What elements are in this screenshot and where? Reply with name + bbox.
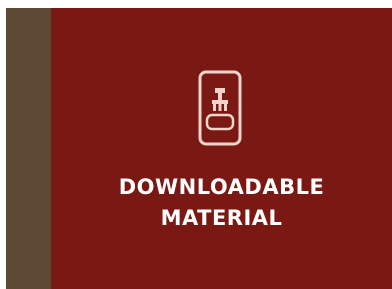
- downloadable-material-card[interactable]: DOWNLOADABLE MATERIAL: [51, 8, 392, 289]
- adjacent-card-edge: [6, 8, 51, 289]
- downloadable-material-frame: DOWNLOADABLE MATERIAL: [6, 8, 392, 289]
- card-title-line-1: DOWNLOADABLE: [118, 175, 325, 199]
- card-title: DOWNLOADABLE MATERIAL: [51, 172, 392, 234]
- stamp-icon: [196, 68, 244, 148]
- card-title-line-2: MATERIAL: [160, 206, 283, 230]
